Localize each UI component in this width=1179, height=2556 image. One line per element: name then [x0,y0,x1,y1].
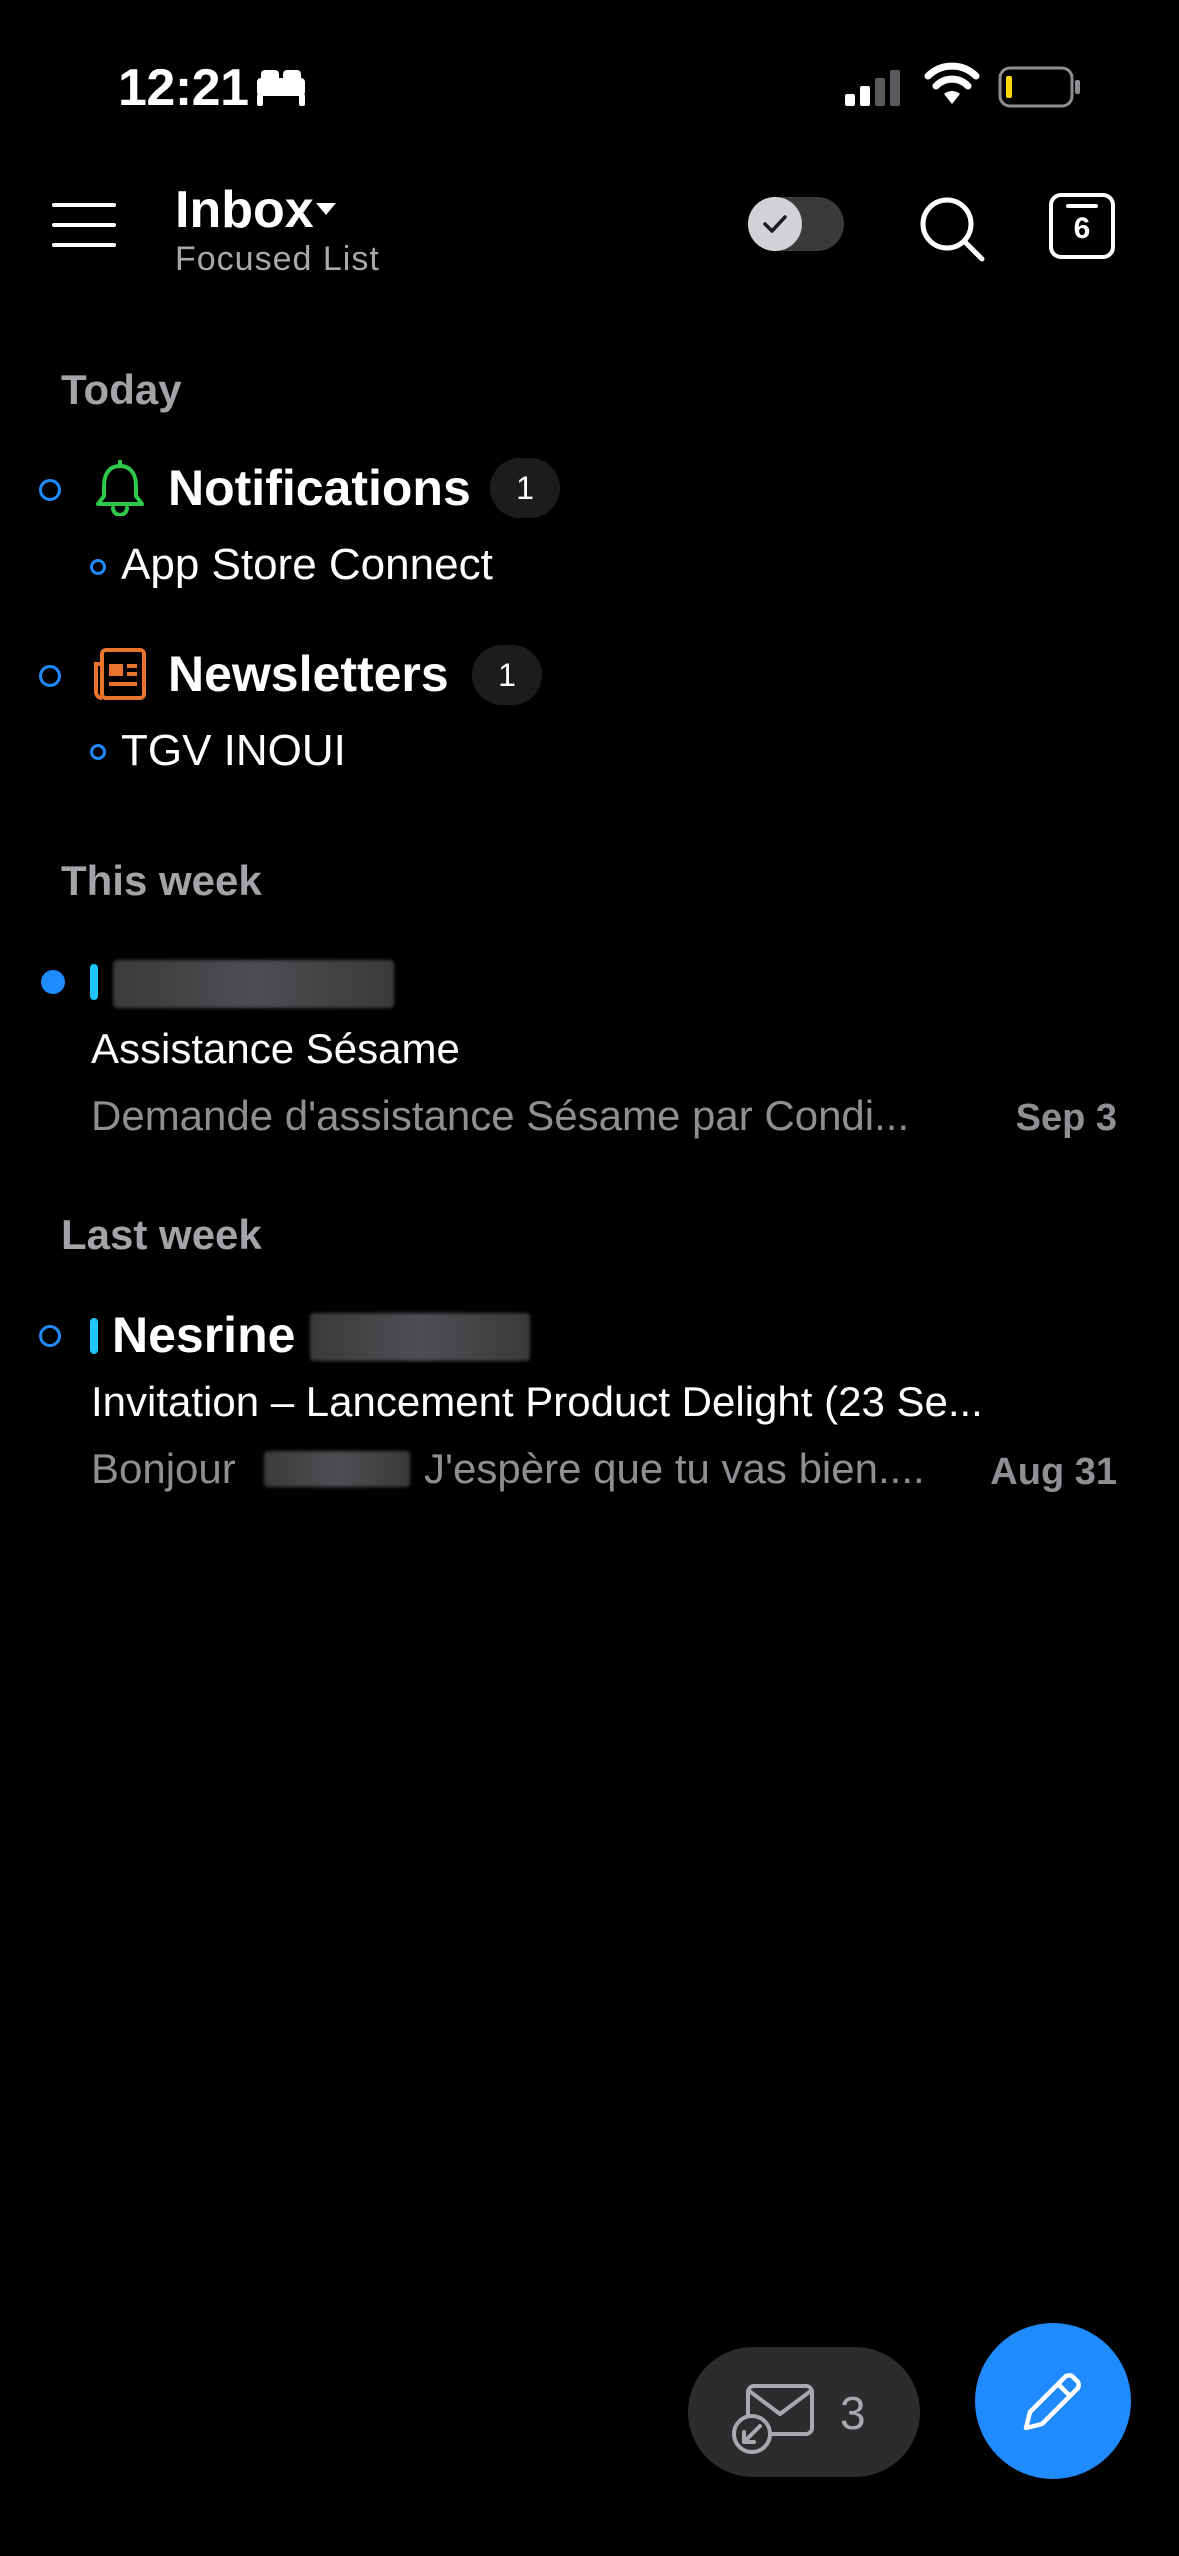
section-today: Today [61,366,182,413]
mail-queue-icon [732,2384,814,2454]
redacted-name [264,1451,410,1487]
unread-indicator [39,1325,61,1347]
mail-date: Aug 31 [990,1451,1117,1493]
notifications-count-badge: 1 [490,458,560,518]
sleep-focus-icon [257,70,305,106]
newsletters-count-badge: 1 [472,645,542,705]
group-notifications-title[interactable]: Notifications [168,459,471,517]
menu-icon[interactable] [52,203,116,247]
mail-preview-start[interactable]: Bonjour [91,1445,236,1493]
mail-date: Sep 3 [1015,1097,1117,1139]
mail-sender[interactable]: Nesrine [112,1306,295,1364]
newsletter-item-tgv-inoui[interactable]: TGV INOUI [121,726,346,776]
unread-dot [41,970,65,994]
group-newsletters-title[interactable]: Newsletters [168,645,449,703]
calendar-day: 6 [1073,212,1091,245]
mail-subject[interactable]: Invitation – Lancement Product Delight (… [91,1378,983,1426]
unread-indicator-small [90,559,106,575]
redacted-sender [113,960,394,1008]
newspaper-icon [94,648,146,700]
mail-preview-end[interactable]: J'espère que tu vas bien.... [424,1445,925,1493]
notification-item-app-store-connect[interactable]: App Store Connect [121,540,493,590]
sender-color-bar [90,1318,98,1354]
battery-icon [998,66,1080,108]
queue-count: 3 [840,2387,866,2439]
section-last-week: Last week [61,1211,262,1258]
pencil-icon [1023,2373,1081,2431]
compose-button[interactable] [975,2323,1131,2479]
search-icon[interactable] [918,195,988,265]
check-icon [763,215,787,233]
unread-indicator [39,479,61,501]
status-time: 12:21 [118,59,249,117]
section-this-week: This week [61,857,262,904]
redacted-sender-surname [310,1313,530,1361]
mail-subject[interactable]: Assistance Sésame [91,1025,460,1073]
cellular-signal-icon [845,70,900,106]
inbox-subtitle: Focused List [175,240,380,278]
wifi-icon [924,62,980,104]
toggle-knob [748,197,802,251]
unread-indicator-small [90,744,106,760]
bell-icon [96,460,144,516]
focused-toggle[interactable] [748,197,844,251]
unread-indicator [39,665,61,687]
inbox-title[interactable]: Inbox [175,180,314,240]
chevron-down-icon[interactable] [316,203,336,217]
sender-color-bar [90,964,98,1000]
mail-preview[interactable]: Demande d'assistance Sésame par Condi... [91,1092,909,1140]
